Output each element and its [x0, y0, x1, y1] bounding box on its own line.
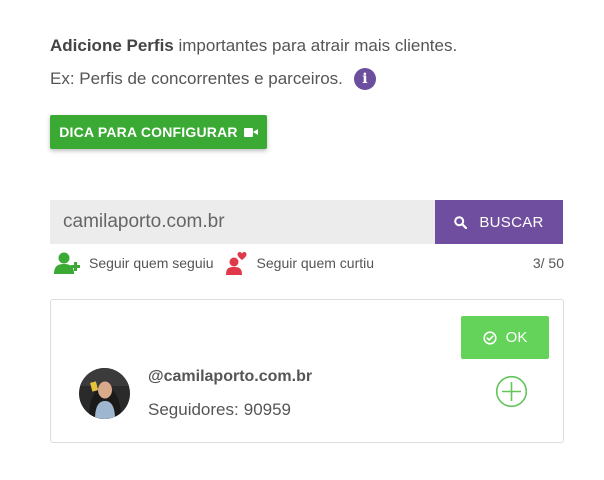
search-button-label: BUSCAR: [479, 213, 544, 231]
followers-label: Seguidores:: [148, 400, 239, 419]
search-icon: [454, 215, 468, 229]
profile-followers: Seguidores: 90959: [148, 400, 291, 420]
intro-rest: importantes para atrair mais clientes.: [173, 36, 458, 55]
user-heart-icon: [225, 252, 247, 275]
avatar: [79, 368, 130, 419]
check-circle-icon: [483, 330, 497, 345]
follow-options: Seguir quem seguiu Seguir quem curtiu 3/…: [54, 250, 564, 276]
intro-text: Adicione Perfis importantes para atrair …: [50, 36, 457, 56]
example-text: Ex: Perfis de concorrentes e parceiros.: [50, 69, 343, 88]
follow-likers-label: Seguir quem curtiu: [256, 255, 375, 271]
tip-config-label: DICA PARA CONFIGURAR: [59, 124, 238, 140]
video-camera-icon: [243, 127, 258, 137]
search-button[interactable]: BUSCAR: [435, 200, 563, 244]
ok-button[interactable]: OK: [461, 316, 549, 359]
search-bar: BUSCAR: [50, 200, 563, 244]
info-icon[interactable]: i: [353, 68, 376, 90]
followers-value: 90959: [243, 400, 292, 419]
tip-config-button[interactable]: DICA PARA CONFIGURAR: [50, 115, 267, 149]
follow-followers-option[interactable]: Seguir quem seguiu: [54, 251, 214, 275]
example-line: Ex: Perfis de concorrentes e parceiros. …: [50, 68, 376, 90]
profile-card: @camilaporto.com.br Seguidores: 90959 OK: [50, 299, 564, 443]
profile-count: 3/ 50: [532, 255, 564, 271]
profile-handle: @camilaporto.com.br: [148, 368, 313, 385]
follow-followers-label: Seguir quem seguiu: [89, 255, 214, 271]
add-circle-icon[interactable]: [495, 375, 528, 408]
ok-label: OK: [505, 329, 528, 346]
intro-bold: Adicione Perfis: [50, 36, 174, 55]
search-input[interactable]: [50, 200, 435, 244]
add-user-icon: [54, 252, 80, 274]
follow-likers-option[interactable]: Seguir quem curtiu: [225, 251, 375, 275]
